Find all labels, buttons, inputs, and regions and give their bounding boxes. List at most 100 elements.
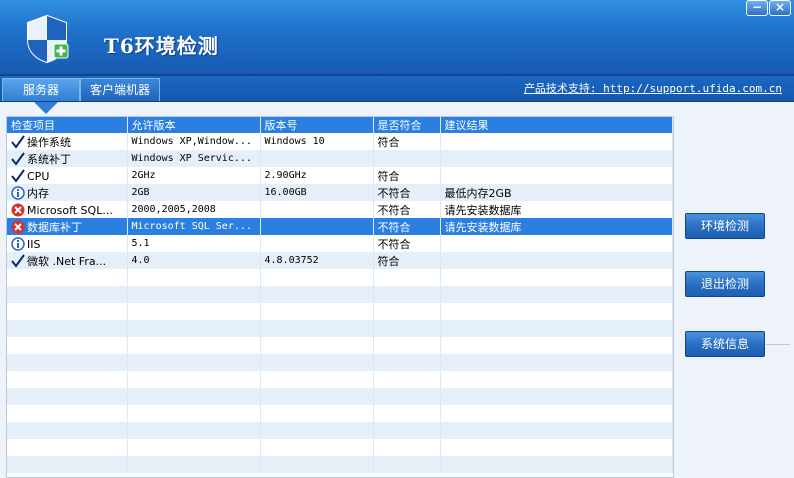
- allowed-version-cell: 4.0: [127, 252, 261, 269]
- empty-row: [7, 303, 673, 320]
- minimize-button[interactable]: −: [746, 0, 768, 16]
- empty-row: [7, 439, 673, 456]
- empty-cell: [127, 456, 261, 473]
- environment-check-button[interactable]: 环境检测: [685, 213, 765, 239]
- active-tab-pointer: [34, 102, 58, 114]
- check-icon: [11, 134, 25, 149]
- item-label: Microsoft SQL...: [27, 203, 113, 217]
- advice-cell: [440, 150, 673, 167]
- item-label: IIS: [27, 237, 41, 251]
- match-cell: 符合: [373, 252, 441, 269]
- match-cell: 不符合: [373, 235, 441, 252]
- column-header-version[interactable]: 版本号: [260, 117, 374, 133]
- title-bar: T6环境检测 − ×: [0, 0, 794, 76]
- tab-server[interactable]: 服务器: [2, 78, 80, 101]
- empty-cell: [373, 439, 441, 456]
- match-cell: 符合: [373, 133, 441, 150]
- empty-row: [7, 286, 673, 303]
- empty-cell: [127, 286, 261, 303]
- empty-cell: [7, 422, 128, 439]
- empty-cell: [373, 371, 441, 388]
- advice-cell: [440, 252, 673, 269]
- exit-check-button[interactable]: 退出检测: [685, 271, 765, 297]
- table-row[interactable]: IIS 5.1 不符合: [7, 235, 673, 252]
- table-row[interactable]: 系统补丁 Windows XP Servic...: [7, 150, 673, 167]
- empty-cell: [440, 456, 673, 473]
- check-results-table[interactable]: 检查项目 允许版本 版本号 是否符合 建议结果 操作系统 Windows XP,W…: [6, 116, 674, 478]
- empty-cell: [7, 354, 128, 371]
- table-row[interactable]: 微软 .Net Fra... 4.0 4.8.03752 符合: [7, 252, 673, 269]
- empty-row: [7, 371, 673, 388]
- version-cell: [260, 235, 374, 252]
- empty-cell: [440, 303, 673, 320]
- empty-cell: [373, 388, 441, 405]
- empty-cell: [127, 439, 261, 456]
- allowed-version-cell: 2GHz: [127, 167, 261, 184]
- allowed-version-cell: 2GB: [127, 184, 261, 201]
- advice-cell: 请先安装数据库: [440, 218, 673, 235]
- empty-cell: [260, 371, 374, 388]
- column-header-advice[interactable]: 建议结果: [440, 117, 673, 133]
- empty-cell: [260, 303, 374, 320]
- empty-cell: [373, 456, 441, 473]
- empty-cell: [127, 269, 261, 286]
- item-cell: 数据库补丁: [7, 218, 128, 235]
- check-icon: [11, 253, 25, 268]
- empty-row: [7, 320, 673, 337]
- table-row[interactable]: Microsoft SQL... 2000,2005,2008 不符合 请先安装数据库: [7, 201, 673, 218]
- table-row[interactable]: CPU 2GHz 2.90GHz 符合: [7, 167, 673, 184]
- empty-cell: [440, 405, 673, 422]
- empty-cell: [440, 388, 673, 405]
- version-cell: [260, 218, 374, 235]
- close-button[interactable]: ×: [769, 0, 791, 16]
- empty-cell: [440, 269, 673, 286]
- empty-cell: [373, 269, 441, 286]
- advice-cell: 最低内存2GB: [440, 184, 673, 201]
- error-icon: [11, 203, 25, 217]
- info-icon: [11, 236, 25, 251]
- empty-cell: [373, 337, 441, 354]
- allowed-version-cell: Windows XP Servic...: [127, 150, 261, 167]
- empty-cell: [373, 286, 441, 303]
- info-icon: [11, 185, 25, 200]
- column-header-match[interactable]: 是否符合: [373, 117, 441, 133]
- advice-cell: [440, 235, 673, 252]
- empty-cell: [127, 422, 261, 439]
- allowed-version-cell: Microsoft SQL Ser...: [127, 218, 261, 235]
- empty-cell: [440, 354, 673, 371]
- shield-plus-icon: [27, 14, 69, 64]
- item-label: CPU: [27, 169, 50, 183]
- check-icon: [11, 168, 25, 183]
- empty-cell: [260, 439, 374, 456]
- item-label: 系统补丁: [27, 152, 71, 166]
- empty-cell: [373, 422, 441, 439]
- version-cell: 2.90GHz: [260, 167, 374, 184]
- match-cell: 符合: [373, 167, 441, 184]
- check-icon: [11, 151, 25, 166]
- empty-cell: [7, 456, 128, 473]
- empty-cell: [127, 388, 261, 405]
- system-info-button[interactable]: 系统信息: [685, 331, 765, 357]
- empty-cell: [260, 354, 374, 371]
- empty-cell: [7, 388, 128, 405]
- version-cell: 4.8.03752: [260, 252, 374, 269]
- empty-row: [7, 456, 673, 473]
- table-row[interactable]: 操作系统 Windows XP,Window... Windows 10 符合: [7, 133, 673, 150]
- tab-client-machine[interactable]: 客户端机器: [80, 78, 160, 101]
- column-header-item[interactable]: 检查项目: [7, 117, 128, 133]
- item-cell: Microsoft SQL...: [7, 201, 128, 218]
- empty-cell: [440, 371, 673, 388]
- table-row[interactable]: 内存 2GB 16.00GB 不符合 最低内存2GB: [7, 184, 673, 201]
- table-row[interactable]: 数据库补丁 Microsoft SQL Ser... 不符合 请先安装数据库: [7, 218, 673, 235]
- empty-row: [7, 388, 673, 405]
- item-cell: CPU: [7, 167, 128, 184]
- match-cell: [373, 150, 441, 167]
- empty-cell: [440, 320, 673, 337]
- item-label: 操作系统: [27, 135, 71, 149]
- column-header-allowed-version[interactable]: 允许版本: [127, 117, 261, 133]
- empty-cell: [7, 286, 128, 303]
- support-link[interactable]: 产品技术支持: http://support.ufida.com.cn: [524, 80, 782, 96]
- allowed-version-cell: Windows XP,Window...: [127, 133, 261, 150]
- allowed-version-cell: 5.1: [127, 235, 261, 252]
- item-label: 数据库补丁: [27, 220, 82, 234]
